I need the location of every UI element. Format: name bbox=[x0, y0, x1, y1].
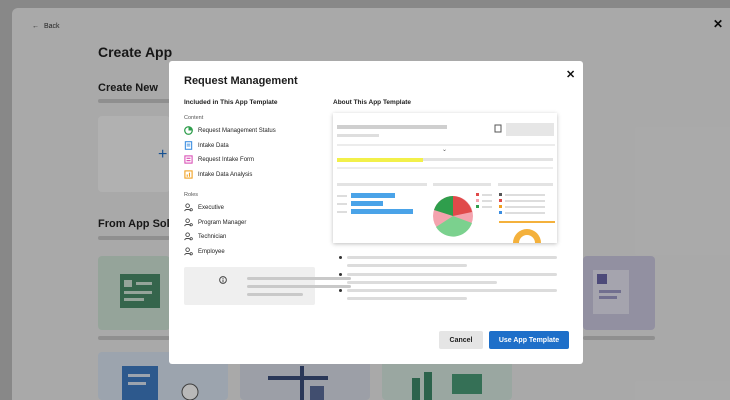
content-item-label: Request Intake Form bbox=[198, 156, 255, 163]
skeleton-line bbox=[347, 273, 557, 276]
bullet bbox=[339, 273, 342, 276]
content-item-label: Request Management Status bbox=[198, 127, 276, 134]
content-item-label: Intake Data Analysis bbox=[198, 171, 253, 178]
bullet bbox=[339, 289, 342, 292]
user-role-icon bbox=[184, 247, 193, 256]
roles-label: Roles bbox=[184, 192, 199, 198]
user-role-icon bbox=[184, 203, 193, 212]
skeleton-line bbox=[347, 256, 557, 259]
dashboard-preview: ⌄ bbox=[337, 123, 555, 243]
role-label: Executive bbox=[198, 204, 225, 211]
content-item-form: Request Intake Form bbox=[184, 155, 254, 164]
cancel-button[interactable]: Cancel bbox=[439, 331, 483, 349]
role-label: Program Manager bbox=[198, 219, 247, 226]
bullet bbox=[339, 256, 342, 259]
use-app-template-button[interactable]: Use App Template bbox=[489, 331, 569, 349]
role-item-executive: Executive bbox=[184, 203, 224, 212]
skeleton-line bbox=[247, 277, 351, 280]
user-role-icon bbox=[184, 232, 193, 241]
role-item-employee: Employee bbox=[184, 247, 225, 256]
skeleton-line bbox=[247, 285, 351, 288]
content-label: Content bbox=[184, 115, 204, 121]
content-item-analysis: Intake Data Analysis bbox=[184, 170, 252, 179]
skeleton-line bbox=[247, 293, 303, 296]
role-label: Technician bbox=[198, 233, 227, 240]
template-modal: Request Management ✕ Included in This Ap… bbox=[169, 61, 583, 364]
close-icon[interactable]: ✕ bbox=[566, 68, 575, 81]
skeleton-line bbox=[347, 289, 557, 292]
skeleton-line bbox=[347, 264, 467, 267]
about-heading: About This App Template bbox=[333, 99, 411, 106]
svg-text:⌄: ⌄ bbox=[442, 147, 447, 153]
info-placeholder-box bbox=[184, 267, 351, 305]
analysis-icon bbox=[184, 170, 193, 179]
data-sheet-icon bbox=[184, 141, 193, 150]
role-label: Employee bbox=[198, 248, 225, 255]
content-item-label: Intake Data bbox=[198, 142, 229, 149]
role-item-program-manager: Program Manager bbox=[184, 218, 246, 227]
content-item-status: Request Management Status bbox=[184, 126, 276, 135]
form-icon bbox=[184, 155, 193, 164]
user-role-icon bbox=[184, 218, 193, 227]
role-item-technician: Technician bbox=[184, 232, 226, 241]
included-heading: Included in This App Template bbox=[184, 99, 278, 106]
skeleton-line bbox=[347, 297, 467, 300]
content-item-intake-data: Intake Data bbox=[184, 141, 229, 150]
template-preview-image: ⌄ bbox=[333, 113, 557, 243]
info-icon bbox=[219, 276, 227, 284]
modal-title: Request Management bbox=[184, 75, 298, 87]
skeleton-line bbox=[347, 281, 497, 284]
status-chart-icon bbox=[184, 126, 193, 135]
